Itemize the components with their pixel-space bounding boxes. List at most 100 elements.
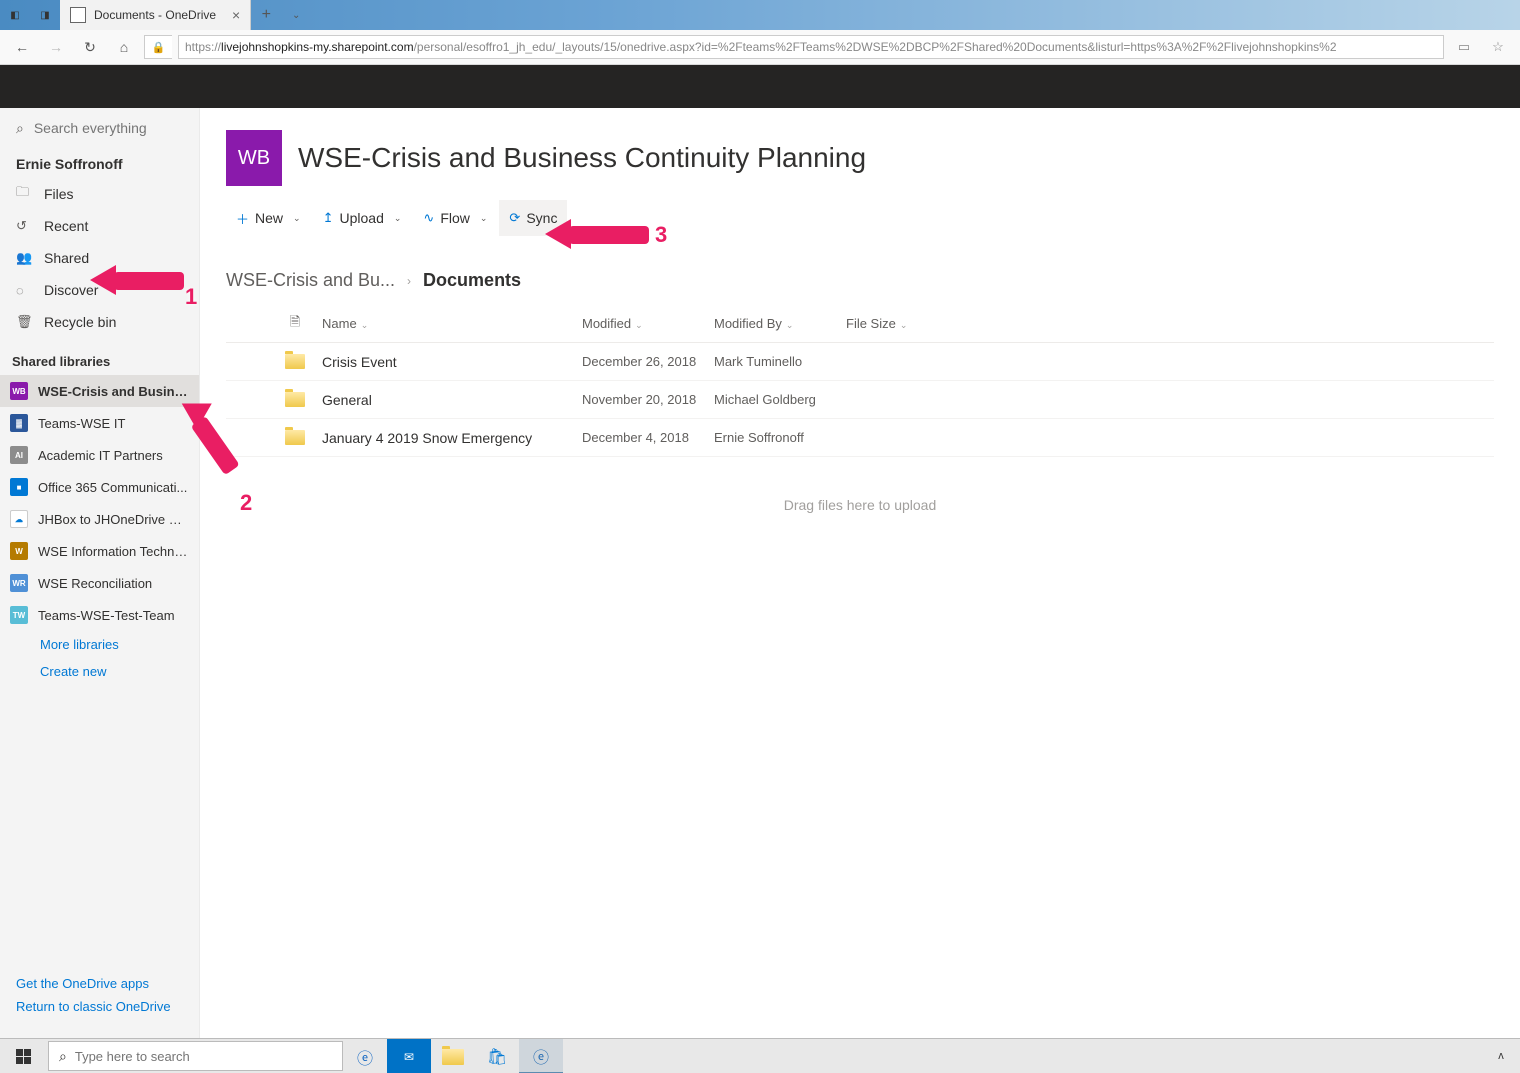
address-bar[interactable]: https://livejohnshopkins-my.sharepoint.c… — [178, 35, 1444, 59]
tab-title: Documents - OneDrive — [94, 8, 216, 22]
upload-icon: ↥ — [323, 210, 334, 226]
url-path: /personal/esoffro1_jh_edu/_layouts/15/on… — [414, 40, 1337, 54]
chevron-down-icon: ⌄ — [635, 320, 643, 330]
new-button[interactable]: ＋New⌄ — [226, 200, 311, 236]
back-button[interactable]: ← — [8, 33, 36, 61]
folder-icon — [285, 354, 305, 369]
lib-teams-wse-it[interactable]: ▓Teams-WSE IT — [0, 407, 199, 439]
flow-button[interactable]: ∿Flow⌄ — [413, 200, 497, 236]
table-row[interactable]: Crisis Event December 26, 2018 Mark Tumi… — [226, 343, 1494, 381]
lib-test-team[interactable]: TWTeams-WSE-Test-Team — [0, 599, 199, 631]
user-name: Ernie Soffronoff — [0, 148, 199, 178]
shared-libraries-heading: Shared libraries — [0, 338, 199, 375]
folder-icon — [285, 392, 305, 407]
page-icon — [70, 7, 86, 23]
discover-icon: ◌ — [16, 283, 32, 298]
chevron-right-icon: › — [407, 274, 411, 288]
name-column[interactable]: Name⌄ — [318, 316, 582, 331]
lib-icon: AI — [10, 446, 28, 464]
store-icon[interactable]: 🛍 — [475, 1039, 519, 1073]
sync-button[interactable]: ⟳Sync — [499, 200, 567, 236]
more-libraries-link[interactable]: More libraries — [0, 631, 199, 658]
chevron-down-icon: ⌄ — [900, 320, 908, 330]
nav-recent[interactable]: ↺Recent — [0, 210, 199, 242]
size-column[interactable]: File Size⌄ — [846, 316, 966, 331]
lib-icon: ▓ — [10, 414, 28, 432]
browser-navbar: ← → ↻ ⌂ 🔒 https://livejohnshopkins-my.sh… — [0, 30, 1520, 65]
main-content: WB WSE-Crisis and Business Continuity Pl… — [200, 108, 1520, 1038]
taskbar-search-input[interactable] — [75, 1049, 332, 1064]
close-tab-icon[interactable]: × — [232, 7, 240, 23]
folder-icon — [285, 430, 305, 445]
tab-preview-icon[interactable]: ◧ — [0, 0, 30, 30]
chevron-down-icon: ⌄ — [293, 213, 301, 224]
nav-list: 🗀Files ↺Recent 👥Shared ◌Discover 🗑Recycl… — [0, 178, 199, 338]
table-row[interactable]: General November 20, 2018 Michael Goldbe… — [226, 381, 1494, 419]
url-host: livejohnshopkins-my.sharepoint.com — [221, 40, 414, 54]
task-icons: ⓔ ✉ 🛍 ⓔ — [343, 1039, 563, 1073]
lib-academic-it[interactable]: AIAcademic IT Partners — [0, 439, 199, 471]
classic-link[interactable]: Return to classic OneDrive — [16, 995, 183, 1018]
reading-view-icon[interactable]: ▭ — [1450, 33, 1478, 61]
shared-icon: 👥 — [16, 250, 32, 266]
command-bar: ＋New⌄ ↥Upload⌄ ∿Flow⌄ ⟳Sync — [226, 196, 1494, 240]
upload-button[interactable]: ↥Upload⌄ — [313, 200, 412, 236]
home-button[interactable]: ⌂ — [110, 33, 138, 61]
lock-icon[interactable]: 🔒 — [144, 35, 172, 59]
modified-by-column[interactable]: Modified By⌄ — [714, 316, 846, 331]
search-icon: ⌕ — [16, 120, 24, 137]
breadcrumb: WSE-Crisis and Bu... › Documents — [226, 240, 1494, 305]
site-header: WB WSE-Crisis and Business Continuity Pl… — [226, 108, 1494, 196]
lib-icon: WR — [10, 574, 28, 592]
start-button[interactable] — [0, 1039, 46, 1073]
table-header: 🗎 Name⌄ Modified⌄ Modified By⌄ File Size… — [226, 305, 1494, 343]
lib-wse-crisis[interactable]: WBWSE-Crisis and Busines... — [0, 375, 199, 407]
windows-icon — [16, 1049, 31, 1064]
modified-column[interactable]: Modified⌄ — [582, 316, 714, 331]
set-aside-icon[interactable]: ◨ — [30, 0, 60, 30]
site-logo: WB — [226, 130, 282, 186]
plus-icon: ＋ — [236, 209, 249, 228]
outlook-icon[interactable]: ✉ — [387, 1039, 431, 1073]
site-title: WSE-Crisis and Business Continuity Plann… — [298, 142, 866, 174]
new-tab-button[interactable]: + — [251, 6, 281, 24]
chevron-down-icon: ⌄ — [361, 320, 369, 330]
forward-button[interactable]: → — [42, 33, 70, 61]
tab-menu-icon[interactable]: ⌄ — [281, 10, 311, 21]
tray-chevron-icon[interactable]: ᴧ — [1486, 1039, 1516, 1073]
nav-recycle[interactable]: 🗑Recycle bin — [0, 306, 199, 338]
browser-tab[interactable]: Documents - OneDrive × — [60, 0, 251, 30]
lib-wse-recon[interactable]: WRWSE Reconciliation — [0, 567, 199, 599]
favorite-icon[interactable]: ☆ — [1484, 33, 1512, 61]
explorer-icon[interactable] — [431, 1039, 475, 1073]
breadcrumb-root[interactable]: WSE-Crisis and Bu... — [226, 270, 395, 291]
suite-bar — [0, 65, 1520, 108]
lib-icon: ■ — [10, 478, 28, 496]
table-row[interactable]: January 4 2019 Snow Emergency December 4… — [226, 419, 1494, 457]
search-input[interactable] — [34, 120, 215, 136]
lib-o365-comm[interactable]: ■Office 365 Communicati... — [0, 471, 199, 503]
chevron-down-icon: ⌄ — [786, 320, 794, 330]
breadcrumb-current: Documents — [423, 270, 521, 291]
get-apps-link[interactable]: Get the OneDrive apps — [16, 972, 183, 995]
refresh-button[interactable]: ↻ — [76, 33, 104, 61]
chevron-down-icon: ⌄ — [480, 213, 488, 224]
nav-discover[interactable]: ◌Discover — [0, 274, 199, 306]
file-table: 🗎 Name⌄ Modified⌄ Modified By⌄ File Size… — [226, 305, 1494, 553]
lib-icon: WB — [10, 382, 28, 400]
lib-jhbox[interactable]: ☁JHBox to JHOneDrive Mi... — [0, 503, 199, 535]
sync-icon: ⟳ — [509, 210, 520, 226]
sidebar: ⌕ Ernie Soffronoff 🗀Files ↺Recent 👥Share… — [0, 108, 200, 1038]
chevron-down-icon: ⌄ — [394, 213, 402, 224]
nav-files[interactable]: 🗀Files — [0, 178, 199, 210]
ie-icon[interactable]: ⓔ — [343, 1039, 387, 1073]
search-row[interactable]: ⌕ — [0, 108, 199, 148]
type-column-icon[interactable]: 🗎 — [272, 313, 318, 335]
taskbar-search[interactable]: ⌕ — [48, 1041, 343, 1071]
lib-icon: ☁ — [10, 510, 28, 528]
sidebar-footer: Get the OneDrive apps Return to classic … — [0, 962, 199, 1038]
edge-icon[interactable]: ⓔ — [519, 1039, 563, 1073]
create-new-link[interactable]: Create new — [0, 658, 199, 685]
lib-wse-it[interactable]: WWSE Information Techno... — [0, 535, 199, 567]
nav-shared[interactable]: 👥Shared — [0, 242, 199, 274]
